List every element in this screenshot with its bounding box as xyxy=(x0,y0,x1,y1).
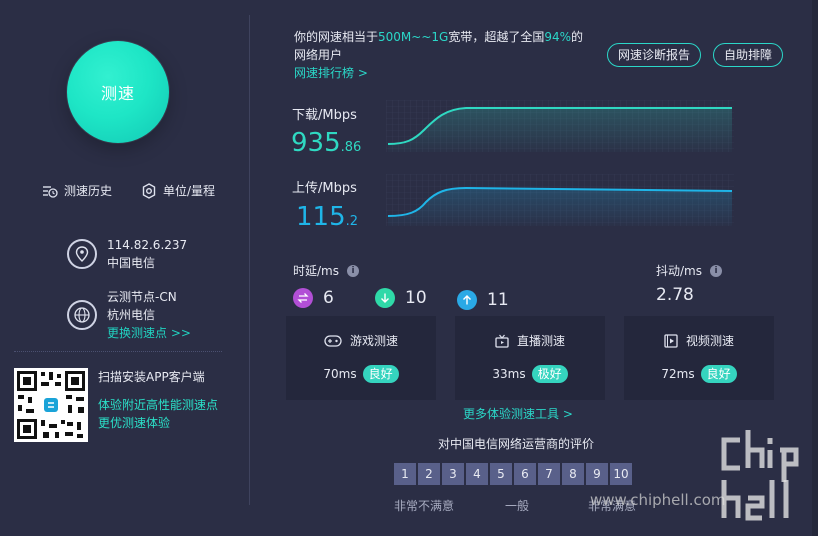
summary-range: 500M~~1G xyxy=(378,30,449,44)
vertical-divider xyxy=(249,15,250,505)
start-test-button[interactable]: 测速 xyxy=(67,41,169,143)
rating-3[interactable]: 3 xyxy=(442,463,464,485)
qr-title: 扫描安装APP客户端 xyxy=(98,370,205,384)
node-name: 云测节点-CN xyxy=(107,290,177,304)
node-info: 云测节点-CN 杭州电信 更换测速点 >> xyxy=(67,288,191,342)
latency-info-icon[interactable]: i xyxy=(347,264,359,277)
rating-2[interactable]: 2 xyxy=(418,463,440,485)
rank-link[interactable]: 网速排行榜 > xyxy=(294,64,594,82)
more-tools-link[interactable]: 更多体验测速工具 > xyxy=(463,405,573,422)
rating-1[interactable]: 1 xyxy=(394,463,416,485)
film-icon xyxy=(664,333,678,348)
latency-upload-value: 11 xyxy=(487,290,509,310)
video-test-badge: 良好 xyxy=(700,365,737,383)
download-value: 935.86 xyxy=(291,128,361,158)
download-value-int: 935 xyxy=(291,128,341,158)
latency-upload: 11 xyxy=(457,290,509,310)
qr-line-1: 体验附近高性能测速点 xyxy=(98,398,219,412)
arrow-down-icon xyxy=(375,288,395,308)
change-node-link[interactable]: 更换测速点 >> xyxy=(107,324,191,342)
unit-label: 单位/量程 xyxy=(163,184,216,198)
upload-value-int: 115 xyxy=(296,202,346,232)
rating-6[interactable]: 6 xyxy=(514,463,536,485)
unit-settings-button[interactable]: 单位/量程 xyxy=(141,182,215,199)
rating-9[interactable]: 9 xyxy=(586,463,608,485)
arrow-up-icon xyxy=(457,290,477,310)
rating-5[interactable]: 5 xyxy=(490,463,512,485)
rating-8[interactable]: 8 xyxy=(562,463,584,485)
rating-mid-label: 一般 xyxy=(505,499,530,513)
latency-download-value: 10 xyxy=(405,288,427,308)
summary-middle: 宽带，超越了全国 xyxy=(448,30,545,44)
latency-idle-value: 6 xyxy=(323,288,334,308)
video-test-title: 视频测速 xyxy=(685,334,734,348)
game-test-badge: 良好 xyxy=(362,365,399,383)
ip-info: 114.82.6.237 中国电信 xyxy=(67,236,187,272)
rating-low-label: 非常不满意 xyxy=(394,499,455,513)
download-speed-graph xyxy=(386,100,734,152)
location-pin-icon xyxy=(67,239,97,269)
watermark-text: www.chiphell.com xyxy=(590,491,726,509)
diagnose-report-button[interactable]: 网速诊断报告 xyxy=(607,43,702,67)
qr-text: 扫描安装APP客户端 体验附近高性能测速点 更优测速体验 xyxy=(98,368,218,432)
video-test-ms: 72ms xyxy=(661,367,695,381)
latency-idle: 6 xyxy=(293,288,334,308)
game-test-ms: 70ms xyxy=(323,367,357,381)
history-icon xyxy=(43,185,58,198)
history-label: 测速历史 xyxy=(64,184,113,198)
gear-icon xyxy=(142,182,156,199)
qr-line-2: 更优测速体验 xyxy=(98,416,171,430)
upload-value-dec: .2 xyxy=(345,214,359,229)
history-button[interactable]: 测速历史 xyxy=(42,182,112,199)
live-test-badge: 极好 xyxy=(531,365,568,383)
self-troubleshoot-button[interactable]: 自助排障 xyxy=(713,43,784,67)
download-label: 下载/Mbps xyxy=(292,108,357,123)
swap-icon xyxy=(293,288,313,308)
upload-value: 115.2 xyxy=(296,202,358,232)
jitter-info-icon[interactable]: i xyxy=(710,264,722,277)
summary-percent: 94% xyxy=(544,30,572,44)
live-test-title: 直播测速 xyxy=(516,334,565,348)
live-test-ms: 33ms xyxy=(492,367,526,381)
scrollbar[interactable] xyxy=(812,0,818,536)
upload-speed-graph xyxy=(386,174,734,226)
jitter-value: 2.78 xyxy=(656,285,694,305)
globe-icon xyxy=(67,300,97,330)
latency-label-row: 时延/ms i xyxy=(293,262,359,279)
latency-download: 10 xyxy=(375,288,427,308)
isp-name: 中国电信 xyxy=(107,256,156,270)
rating-scale: 1 2 3 4 5 6 7 8 9 10 xyxy=(394,463,632,485)
jitter-label-row: 抖动/ms i xyxy=(656,262,722,279)
game-test-card[interactable]: 游戏测速 70ms 良好 xyxy=(286,316,436,400)
latency-label: 时延/ms xyxy=(293,264,339,278)
left-divider xyxy=(14,351,222,352)
gamepad-icon xyxy=(324,334,342,347)
upload-label: 上传/Mbps xyxy=(292,181,357,196)
summary-prefix: 你的网速相当于 xyxy=(294,30,379,44)
live-test-card[interactable]: 直播测速 33ms 极好 xyxy=(455,316,605,400)
video-test-card[interactable]: 视频测速 72ms 良好 xyxy=(624,316,774,400)
result-summary: 你的网速相当于500M~~1G宽带，超越了全国94%的网络用户 网速排行榜 > xyxy=(294,28,594,82)
node-city: 杭州电信 xyxy=(107,308,156,322)
left-panel: 测速 测速历史 单位/量程 114.82.6.237 中国电信 云测节点-CN … xyxy=(0,0,250,536)
rating-4[interactable]: 4 xyxy=(466,463,488,485)
jitter-label: 抖动/ms xyxy=(656,264,702,278)
rating-7[interactable]: 7 xyxy=(538,463,560,485)
tv-icon xyxy=(495,334,509,348)
rating-10[interactable]: 10 xyxy=(610,463,632,485)
game-test-title: 游戏测速 xyxy=(349,334,398,348)
download-value-dec: .86 xyxy=(340,140,362,155)
ip-address: 114.82.6.237 xyxy=(107,238,188,252)
app-qr-code xyxy=(14,368,88,442)
rating-title: 对中国电信网络运营商的评价 xyxy=(438,437,595,451)
chiphell-logo xyxy=(721,430,799,521)
start-test-label: 测速 xyxy=(100,84,135,103)
